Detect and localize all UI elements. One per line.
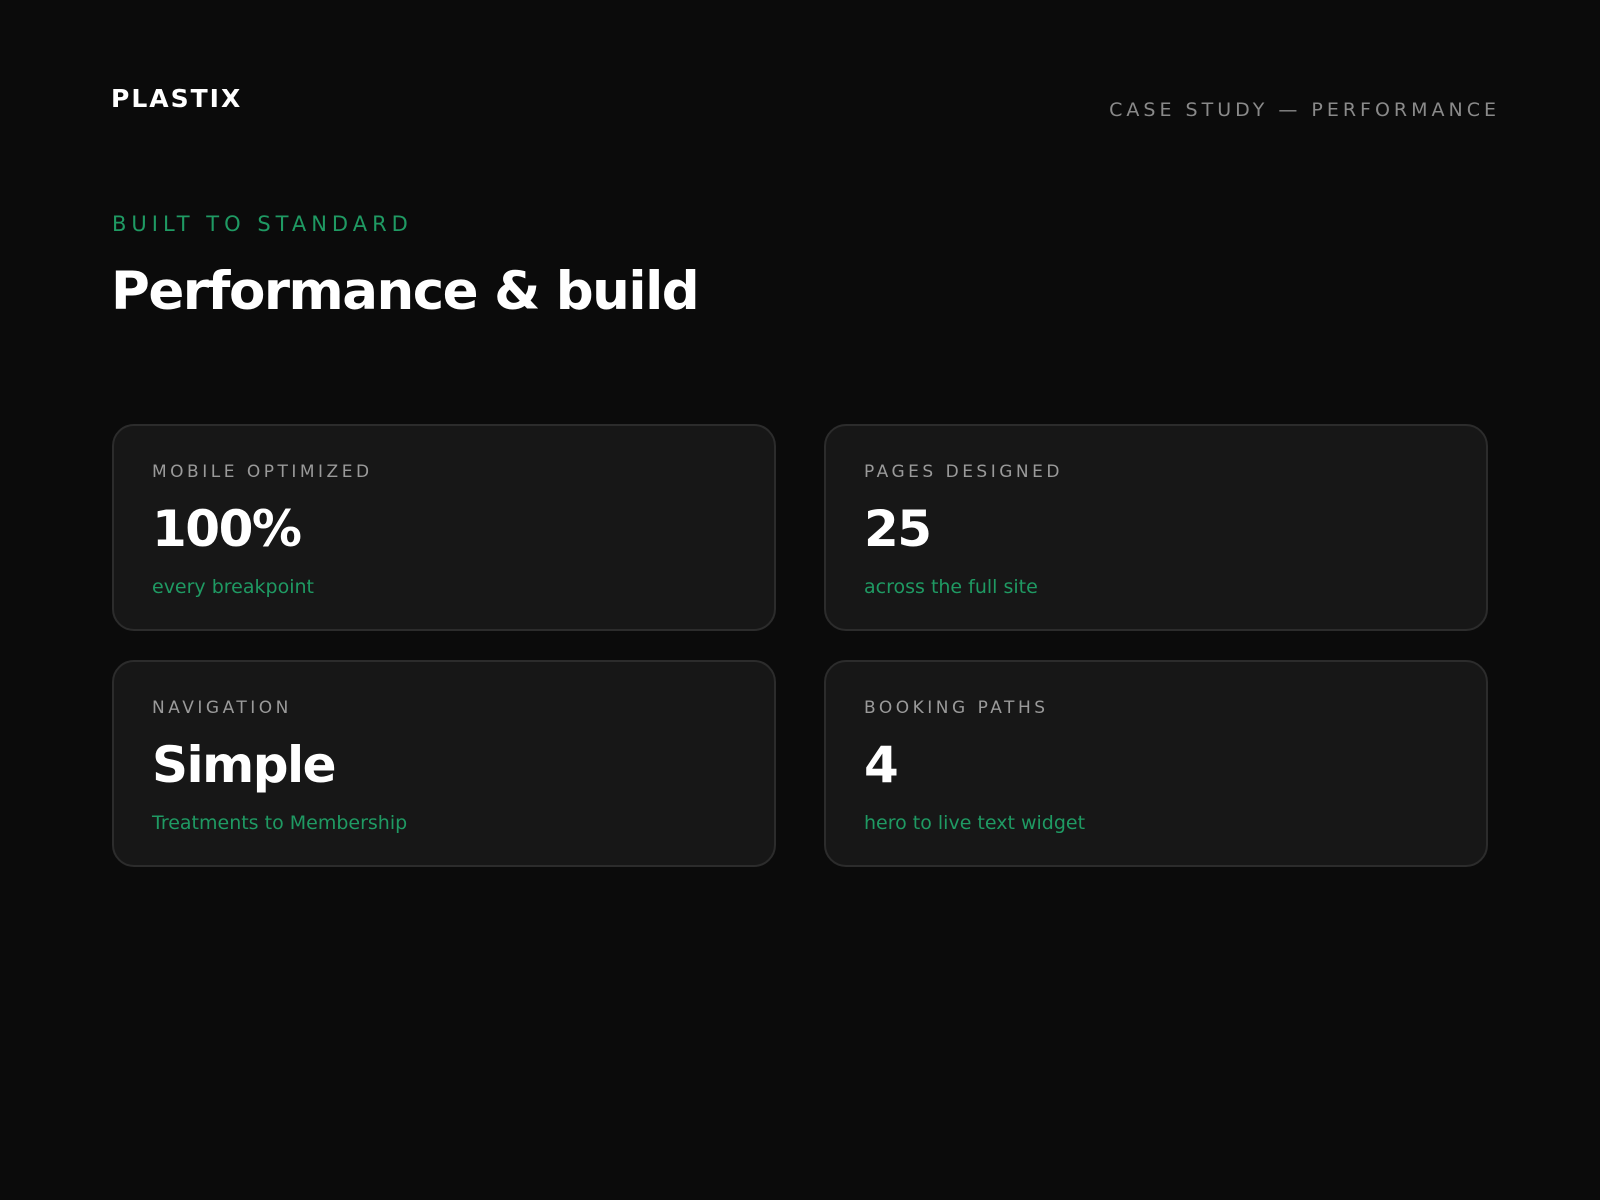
stat-note: Treatments to Membership xyxy=(152,812,408,834)
brand-logo: PLASTIX xyxy=(111,84,243,113)
stat-card-pages-designed: PAGES DESIGNED 25 across the full site xyxy=(824,424,1488,631)
stat-label: BOOKING PATHS xyxy=(864,698,1049,718)
eyebrow-label: BUILT TO STANDARD xyxy=(112,212,413,236)
stat-label: PAGES DESIGNED xyxy=(864,462,1063,482)
stat-value: 100% xyxy=(152,500,302,558)
stat-card-booking-paths: BOOKING PATHS 4 hero to live text widget xyxy=(824,660,1488,867)
stat-note: across the full site xyxy=(864,576,1038,598)
section-label: CASE STUDY — PERFORMANCE xyxy=(1109,99,1500,121)
stat-value: 25 xyxy=(864,500,932,558)
stat-value: Simple xyxy=(152,736,337,794)
stat-value: 4 xyxy=(864,736,899,794)
stat-card-mobile-optimized: MOBILE OPTIMIZED 100% every breakpoint xyxy=(112,424,776,631)
stat-label: MOBILE OPTIMIZED xyxy=(152,462,373,482)
stat-note: hero to live text widget xyxy=(864,812,1086,834)
stat-note: every breakpoint xyxy=(152,576,314,598)
page-title: Performance & build xyxy=(111,261,700,322)
stat-card-navigation: NAVIGATION Simple Treatments to Membersh… xyxy=(112,660,776,867)
stat-label: NAVIGATION xyxy=(152,698,292,718)
